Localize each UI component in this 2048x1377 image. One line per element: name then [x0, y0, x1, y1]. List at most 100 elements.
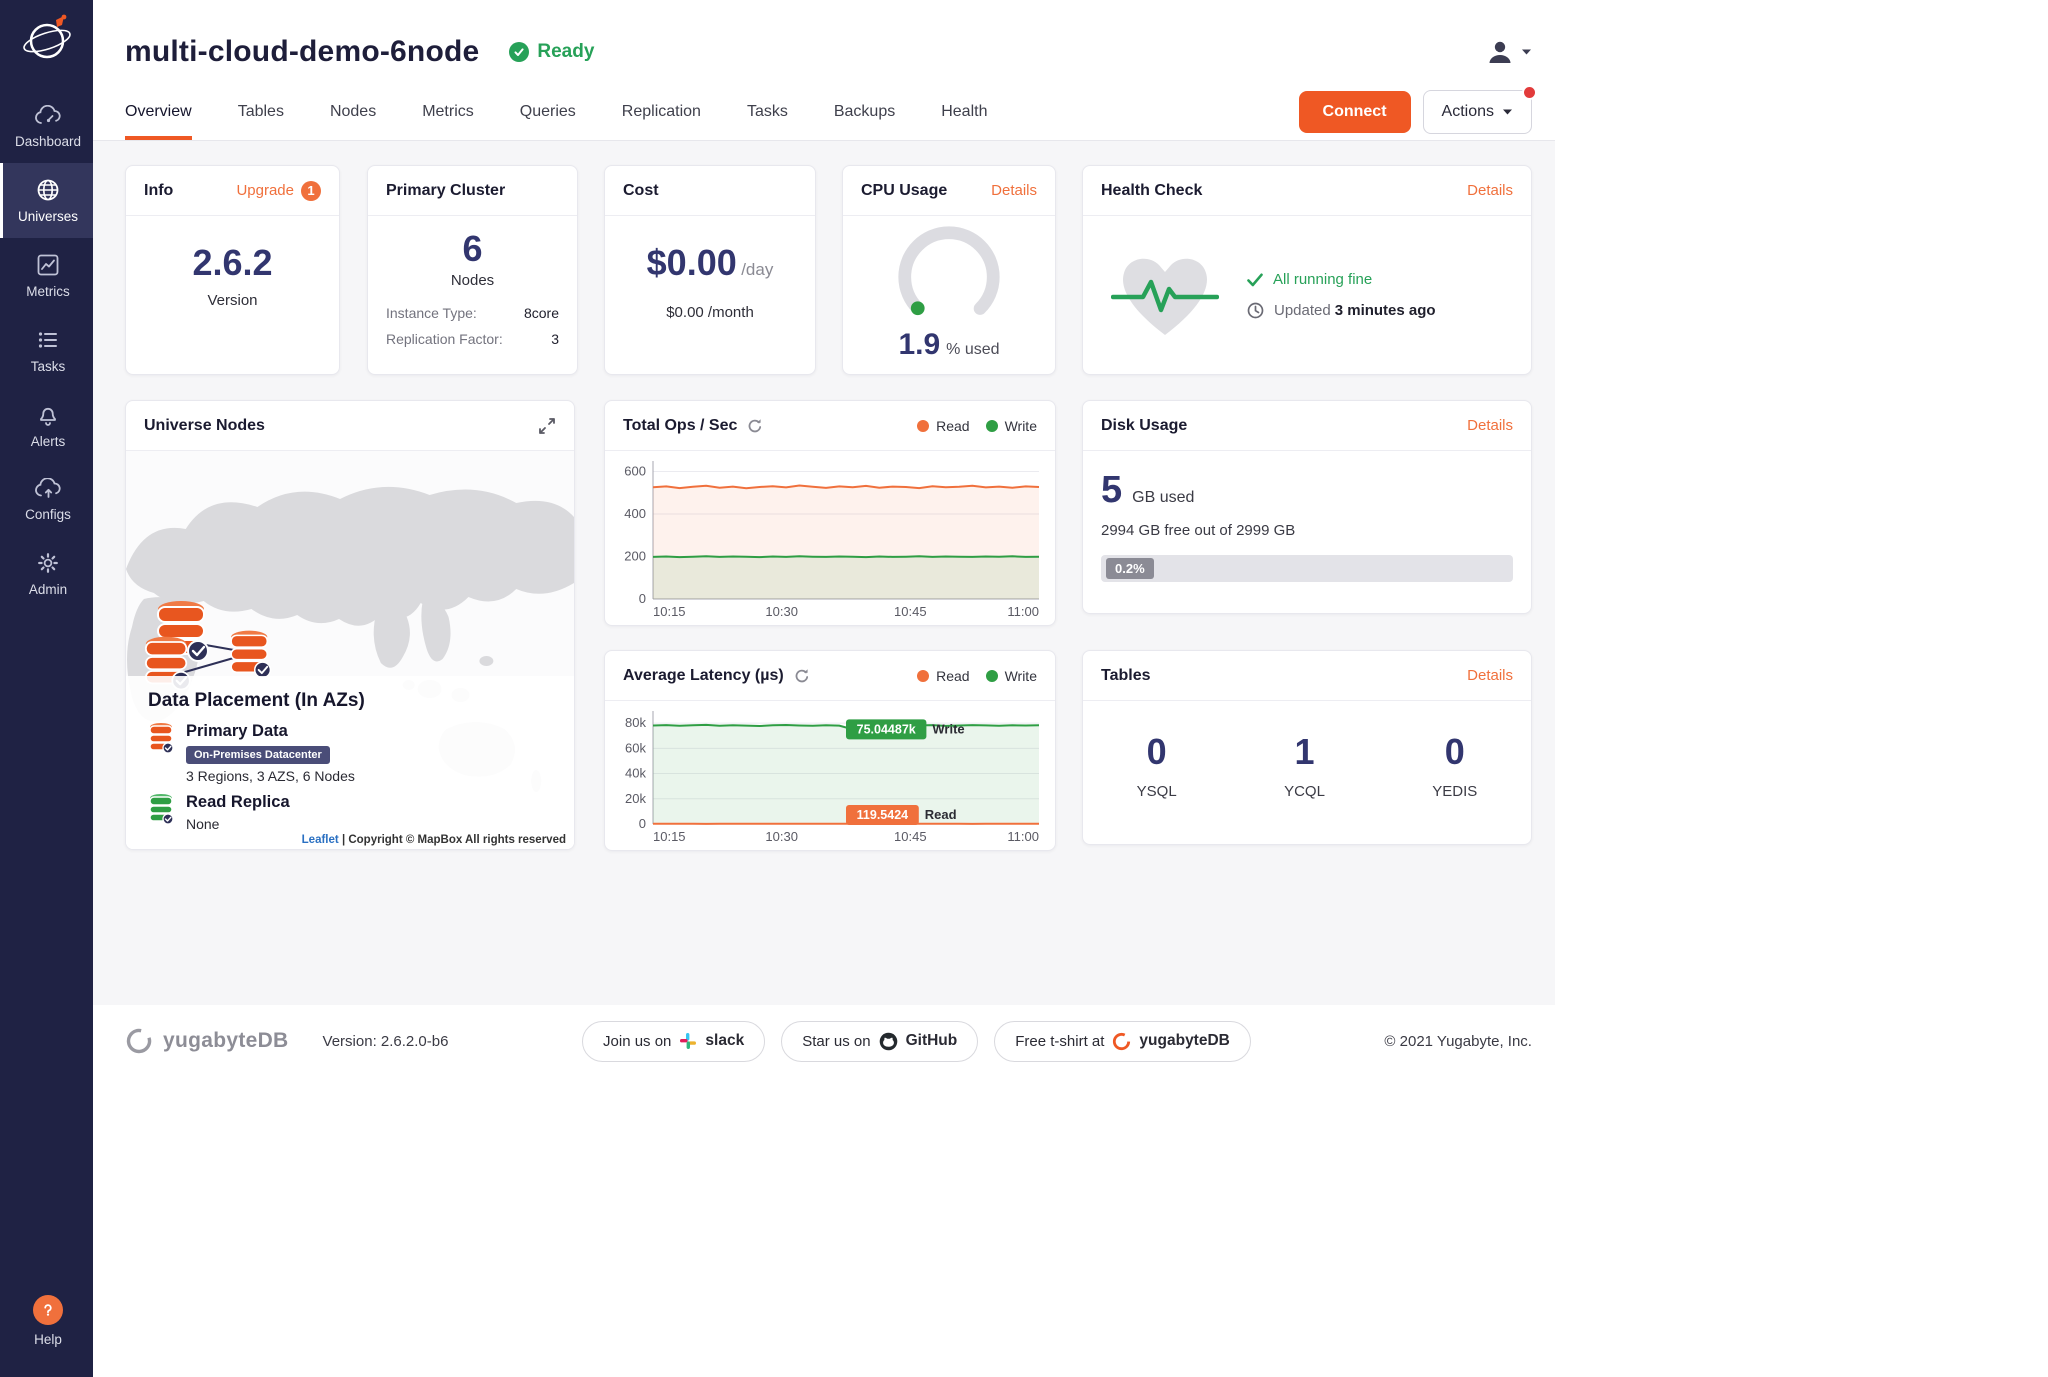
tabs: Overview Tables Nodes Metrics Queries Re… — [125, 83, 987, 140]
legend-read[interactable]: Read — [917, 668, 969, 684]
svg-text:200: 200 — [624, 549, 646, 564]
svg-text:10:45: 10:45 — [894, 829, 927, 844]
svg-text:10:15: 10:15 — [653, 829, 686, 844]
github-icon — [879, 1032, 898, 1051]
total-ops-chart[interactable]: 020040060010:1510:3010:4511:00 — [611, 453, 1049, 623]
tab-health[interactable]: Health — [941, 83, 987, 140]
clock-icon — [1247, 302, 1264, 319]
tab-overview[interactable]: Overview — [125, 83, 192, 140]
svg-text:600: 600 — [624, 464, 646, 479]
sidebar-item-dashboard[interactable]: Dashboard — [0, 90, 93, 163]
expand-icon[interactable] — [538, 417, 556, 435]
primary-data-row: Primary Data On-Premises Datacenter 3 Re… — [148, 722, 552, 784]
refresh-icon[interactable] — [747, 418, 763, 434]
tshirt-button[interactable]: Free t-shirt at yugabyteDB — [994, 1021, 1251, 1062]
tab-queries[interactable]: Queries — [520, 83, 576, 140]
legend-write[interactable]: Write — [986, 418, 1037, 434]
svg-text:400: 400 — [624, 506, 646, 521]
write-legend-dot — [986, 670, 998, 682]
yugabyte-planet-logo[interactable] — [18, 10, 76, 68]
upgrade-count-badge: 1 — [301, 181, 321, 201]
sidebar-item-tasks[interactable]: Tasks — [0, 313, 93, 388]
status-check-icon — [509, 42, 529, 62]
legend-read[interactable]: Read — [917, 418, 969, 434]
tab-backups[interactable]: Backups — [834, 83, 895, 140]
total-ops-card: Total Ops / Sec Read Write 020040060010:… — [604, 400, 1056, 626]
sidebar-item-label: Alerts — [31, 434, 66, 449]
legend-write[interactable]: Write — [986, 668, 1037, 684]
footer-brand-name: yugabyteDB — [163, 1029, 289, 1053]
disk-details-link[interactable]: Details — [1467, 417, 1513, 434]
actions-dropdown-button[interactable]: Actions — [1423, 90, 1532, 134]
upgrade-link[interactable]: Upgrade 1 — [236, 181, 321, 201]
svg-text:0: 0 — [639, 816, 646, 831]
configs-cloud-icon — [35, 478, 62, 500]
sidebar-item-universes[interactable]: Universes — [0, 163, 93, 238]
metrics-chart-icon — [36, 253, 60, 277]
cpu-details-link[interactable]: Details — [991, 182, 1037, 199]
svg-text:Write: Write — [932, 721, 964, 736]
sidebar-item-help[interactable]: Help — [0, 1280, 93, 1361]
svg-text:11:00: 11:00 — [1007, 829, 1039, 844]
cost-card: Cost $0.00 /day $0.00 /month — [604, 165, 816, 375]
chart-legend: Read Write — [917, 418, 1037, 434]
card-title: Cost — [623, 182, 659, 200]
sidebar-item-alerts[interactable]: Alerts — [0, 388, 93, 463]
copyright-text: © 2021 Yugabyte, Inc. — [1384, 1033, 1532, 1050]
health-check-card: Health Check Details All running fine Up… — [1082, 165, 1532, 375]
help-icon — [33, 1295, 63, 1325]
dashboard-icon — [35, 105, 62, 127]
card-title: Info — [144, 182, 173, 200]
sidebar-item-label: Universes — [18, 209, 78, 224]
universe-nodes-card: Universe Nodes — [125, 400, 575, 850]
card-title: Disk Usage — [1101, 417, 1187, 435]
read-replica-value: None — [186, 816, 290, 832]
cost-per-month: $0.00 /month — [605, 304, 815, 321]
card-title: Total Ops / Sec — [623, 417, 737, 435]
footer: yugabyteDB Version: 2.6.2.0-b6 Join us o… — [93, 1005, 1555, 1077]
sidebar-item-configs[interactable]: Configs — [0, 463, 93, 536]
card-title: Universe Nodes — [144, 417, 265, 435]
tab-metrics[interactable]: Metrics — [422, 83, 474, 140]
sidebar-item-metrics[interactable]: Metrics — [0, 238, 93, 313]
leaflet-link[interactable]: Leaflet — [302, 834, 339, 846]
ysql-count: 0 YSQL — [1137, 731, 1177, 800]
data-placement-panel: Data Placement (In AZs) — [126, 676, 574, 849]
sidebar-item-label: Tasks — [31, 359, 66, 374]
sidebar-nav: Dashboard Universes Metrics Tasks Alerts — [0, 90, 93, 611]
actions-label: Actions — [1442, 103, 1494, 121]
slack-button[interactable]: Join us on slack — [582, 1021, 765, 1062]
sidebar-item-label: Configs — [25, 507, 71, 522]
footer-brand: yugabyteDB — [125, 1027, 289, 1055]
slack-icon — [679, 1032, 697, 1050]
svg-text:10:45: 10:45 — [894, 604, 927, 619]
tab-replication[interactable]: Replication — [622, 83, 701, 140]
average-latency-chart[interactable]: 020k40k60k80k10:1510:3010:4511:0075.0448… — [611, 703, 1049, 848]
svg-text:20k: 20k — [625, 791, 646, 806]
tasks-list-icon — [36, 328, 60, 352]
alerts-bell-icon — [36, 403, 60, 427]
github-button[interactable]: Star us on GitHub — [781, 1021, 978, 1062]
tables-details-link[interactable]: Details — [1467, 667, 1513, 684]
health-details-link[interactable]: Details — [1467, 182, 1513, 199]
user-menu[interactable] — [1485, 37, 1532, 67]
tab-tasks[interactable]: Tasks — [747, 83, 788, 140]
read-legend-dot — [917, 420, 929, 432]
world-map[interactable]: Data Placement (In AZs) — [126, 451, 574, 849]
admin-gear-icon — [36, 551, 60, 575]
svg-text:40k: 40k — [625, 766, 646, 781]
primary-db-icon — [148, 722, 174, 754]
planet-rocket-icon — [18, 10, 76, 68]
cpu-usage-card: CPU Usage Details 1.9% used — [842, 165, 1056, 375]
primary-summary: 3 Regions, 3 AZS, 6 Nodes — [186, 768, 355, 784]
refresh-icon[interactable] — [794, 668, 810, 684]
overview-content: Info Upgrade 1 2.6.2 Version Primary Clu… — [93, 141, 1555, 1005]
svg-text:10:15: 10:15 — [653, 604, 686, 619]
tab-nodes[interactable]: Nodes — [330, 83, 376, 140]
universe-title-bar: multi-cloud-demo-6node Ready — [93, 0, 1555, 83]
tab-tables[interactable]: Tables — [238, 83, 284, 140]
read-replica-row: Read Replica None — [148, 793, 552, 832]
connect-button[interactable]: Connect — [1299, 91, 1411, 133]
yugabyte-footer-logo-icon — [125, 1027, 153, 1055]
sidebar-item-admin[interactable]: Admin — [0, 536, 93, 611]
